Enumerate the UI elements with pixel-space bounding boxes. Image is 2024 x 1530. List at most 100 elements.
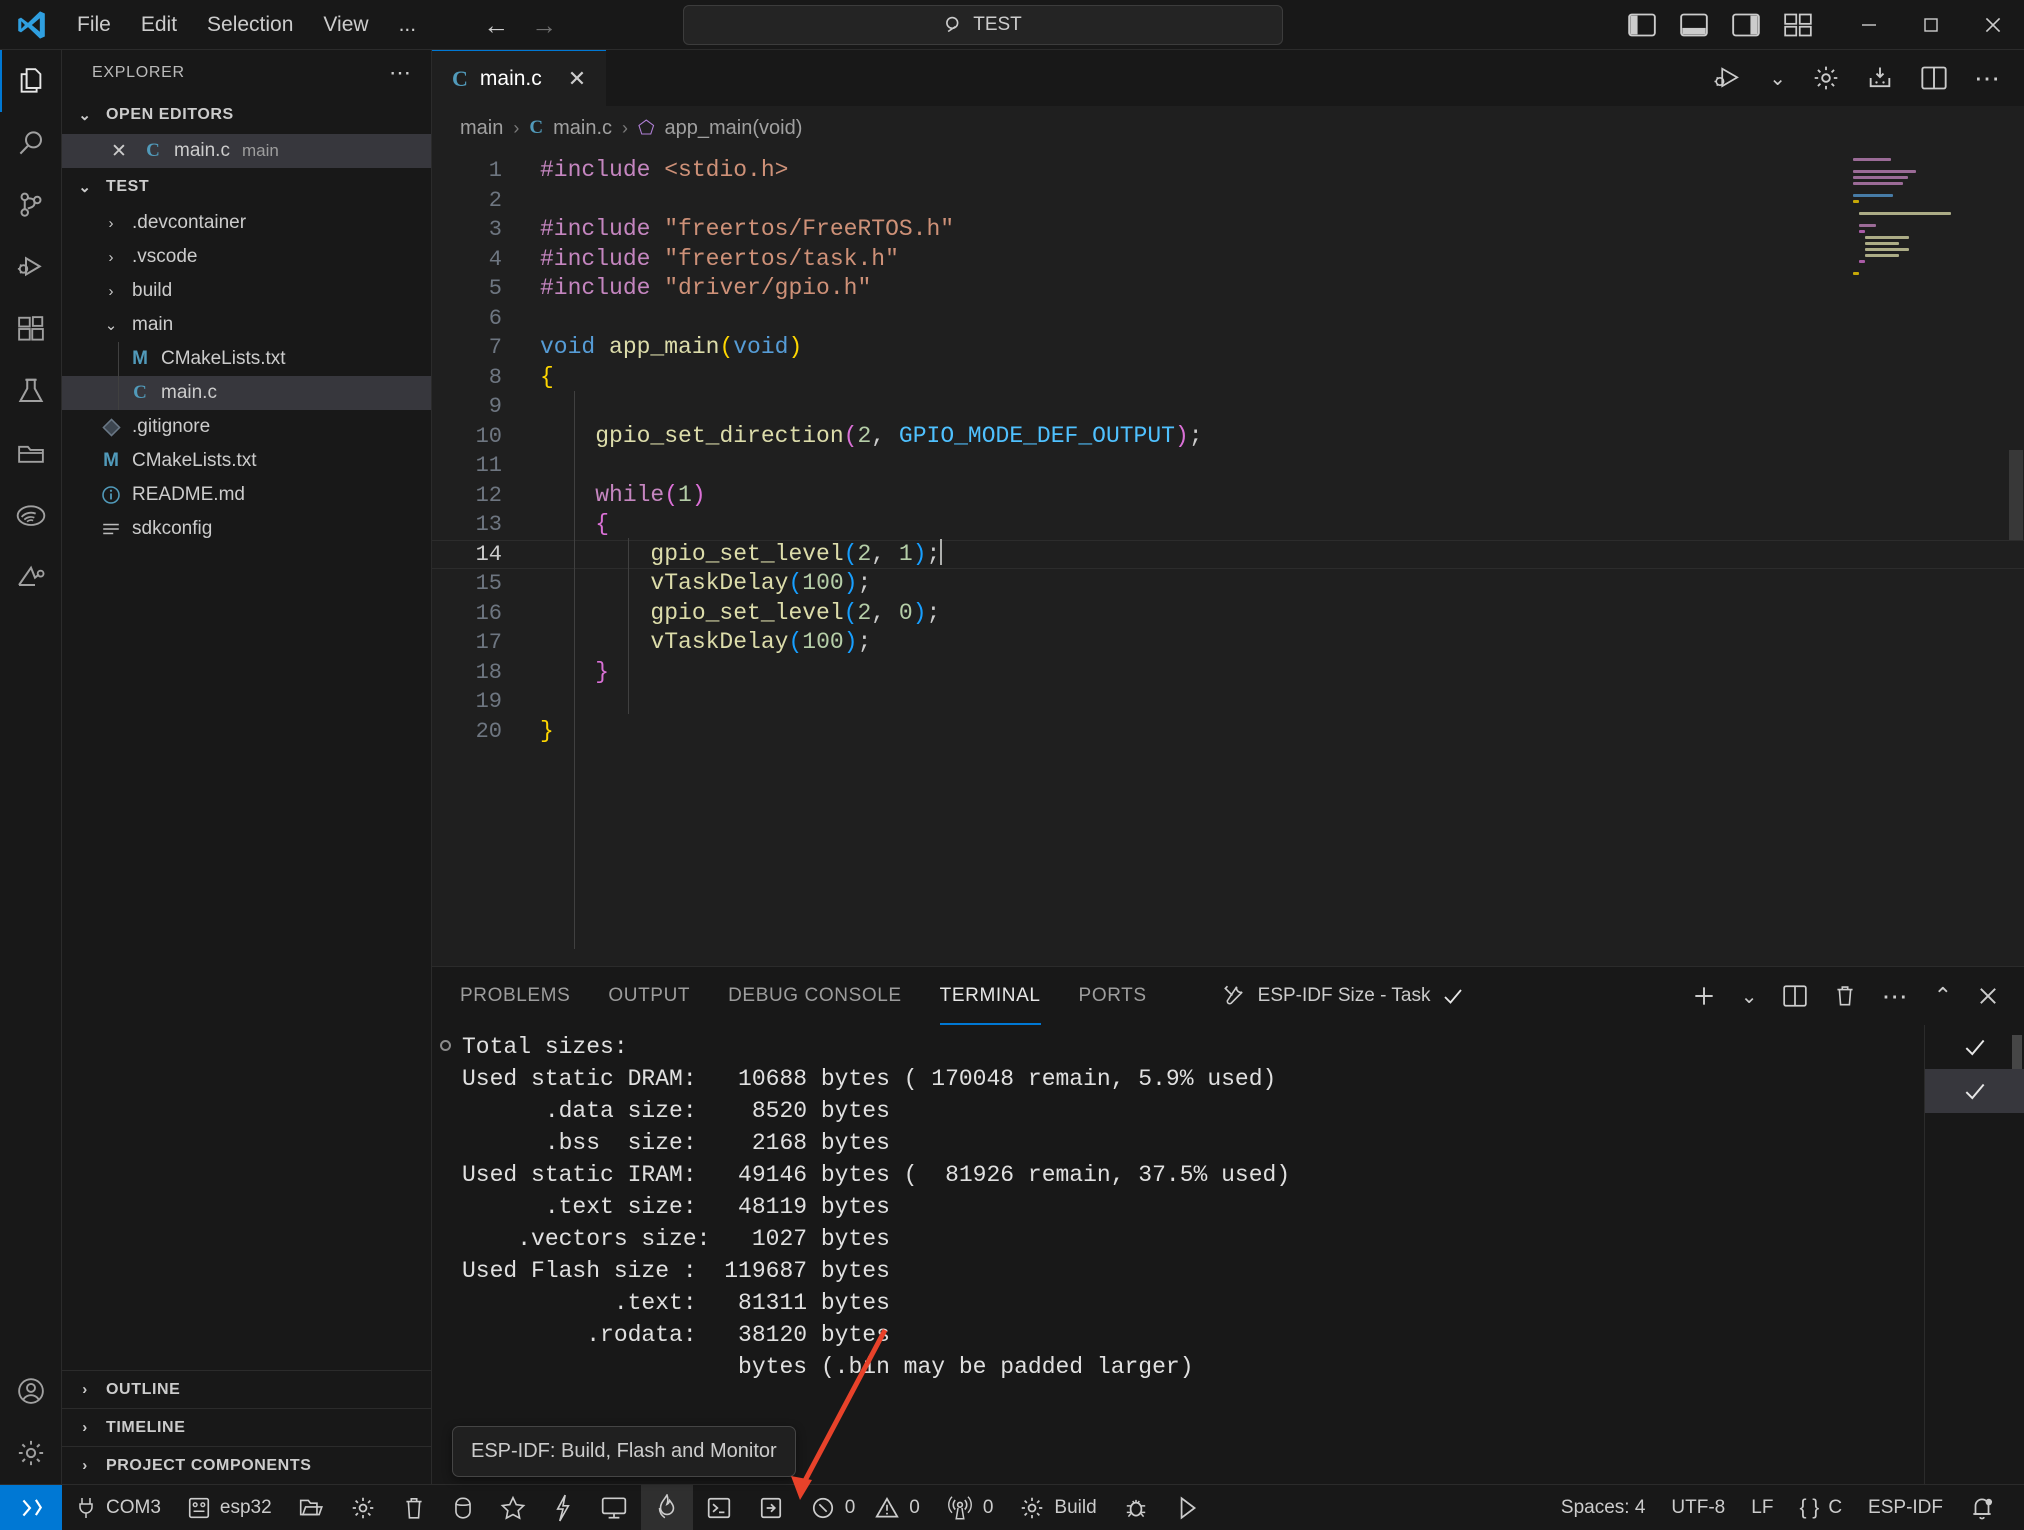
code-line[interactable]: 4 #include "freertos/task.h" [432,245,2024,275]
tree-item-vscode[interactable]: › .vscode [62,240,431,274]
activitybar-item-run-and-debug[interactable] [0,236,62,298]
status-monitor-device[interactable] [587,1485,641,1530]
ellipsis-icon[interactable]: ⋯ [389,60,413,86]
tree-item-gitignore[interactable]: .gitignore [62,410,431,444]
code-line[interactable]: 10 gpio_set_direction(2, GPIO_MODE_DEF_O… [432,422,2024,452]
tab-ports[interactable]: PORTS [1079,967,1147,1025]
line-text[interactable]: } [538,658,2024,688]
gear-icon[interactable] [1812,64,1840,92]
code-line[interactable]: 9 [432,392,2024,422]
status-language-mode[interactable]: { } C [1786,1485,1855,1530]
line-text[interactable]: #include "freertos/task.h" [538,245,2024,275]
close-icon[interactable]: ✕ [568,66,586,92]
status-flash-lightning[interactable] [539,1485,587,1530]
breadcrumb[interactable]: main › C main.c › ⬠ app_main(void) [432,106,2024,150]
tab-main-c[interactable]: C main.c ✕ [432,50,607,106]
customize-layout-icon[interactable] [1784,12,1812,38]
activitybar-item-explorer[interactable] [0,50,62,112]
chevron-up-icon[interactable]: ⌃ [1934,983,1952,1009]
tab-debug-console[interactable]: DEBUG CONSOLE [728,967,902,1025]
breadcrumb-folder[interactable]: main [460,117,503,140]
status-notifications[interactable] [1956,1485,2008,1530]
code-line[interactable]: 20} [432,717,2024,747]
terminal-task-selector[interactable]: ESP-IDF Size - Task [1221,983,1466,1009]
search-input[interactable]: TEST [683,4,1283,45]
tab-problems[interactable]: PROBLEMS [460,967,570,1025]
status-flash-device[interactable] [439,1485,487,1530]
activitybar-item-extensions[interactable] [0,298,62,360]
status-run-task[interactable] [1162,1485,1212,1530]
code-line[interactable]: 6 [432,304,2024,334]
terminal-output[interactable]: Total sizes: Used static DRAM: 10688 byte… [432,1025,1924,1484]
remote-window-icon[interactable] [0,1484,62,1530]
activitybar-item-source-control[interactable] [0,174,62,236]
kill-terminal-icon[interactable] [1832,983,1858,1009]
code-line[interactable]: 12 while(1) [432,481,2024,511]
tree-item-main-cmakelists[interactable]: M CMakeLists.txt [62,342,431,376]
code-content[interactable]: 1 #include <stdio.h> 2 3 #include "freertos/… [432,150,2024,746]
minimize-icon[interactable] [1838,0,1900,50]
status-problems-errors[interactable]: 0 0 [797,1485,933,1530]
line-text[interactable]: #include "freertos/FreeRTOS.h" [538,215,2024,245]
status-custom-task[interactable] [745,1485,797,1530]
status-radio-tower[interactable]: 0 [933,1485,1007,1530]
code-line[interactable]: 16 gpio_set_level(2, 0); [432,599,2024,629]
menu-view[interactable]: View [308,8,383,42]
terminal-command-status[interactable] [1925,1025,2024,1069]
status-encoding[interactable]: UTF-8 [1658,1485,1738,1530]
code-line[interactable]: 2 [432,186,2024,216]
activitybar-item-project-files[interactable] [0,422,62,484]
line-text[interactable]: vTaskDelay(100); [538,628,2024,658]
status-sdk-configuration[interactable] [337,1485,389,1530]
code-line[interactable]: 1 #include <stdio.h> [432,156,2024,186]
esp-flash-icon[interactable] [1866,64,1894,92]
tree-item-main-c[interactable]: C main.c [62,376,431,410]
editor-scrollbar[interactable] [2008,150,2024,966]
toggle-panel-icon[interactable] [1680,12,1708,38]
status-target-device[interactable]: esp32 [174,1485,285,1530]
line-text[interactable]: while(1) [538,481,2024,511]
status-build-task[interactable]: Build [1006,1485,1109,1530]
status-open-folder[interactable] [285,1485,337,1530]
maximize-icon[interactable] [1900,0,1962,50]
terminal-command-status[interactable] [1925,1069,2024,1113]
status-indentation[interactable]: Spaces: 4 [1548,1485,1659,1530]
activitybar-item-search[interactable] [0,112,62,174]
menu-bar[interactable]: File Edit Selection View ... [62,8,431,42]
line-text[interactable]: vTaskDelay(100); [538,569,2024,599]
status-build-flash-monitor[interactable] [640,1484,693,1530]
section-outline[interactable]: › OUTLINE [62,1370,431,1408]
tree-item-main-folder[interactable]: ⌄ main [62,308,431,342]
chevron-down-icon[interactable]: ⌄ [1769,66,1786,91]
status-debug-task[interactable] [1110,1485,1162,1530]
code-line[interactable]: 5 #include "driver/gpio.h" [432,274,2024,304]
code-line[interactable]: 18 } [432,658,2024,688]
code-line[interactable]: 8{ [432,363,2024,393]
code-line[interactable]: 13 { [432,510,2024,540]
code-line[interactable]: 15 vTaskDelay(100); [432,569,2024,599]
activitybar-item-settings[interactable] [0,1422,62,1484]
new-terminal-icon[interactable] [1691,983,1717,1009]
tree-item-readme[interactable]: README.md [62,478,431,512]
tab-terminal[interactable]: TERMINAL [939,967,1041,1025]
code-line[interactable]: 14 gpio_set_level(2, 1); [432,539,2024,569]
tree-item-build[interactable]: › build [62,274,431,308]
line-text[interactable]: } [538,717,2024,747]
open-editor-item-main-c[interactable]: ✕ C main.c main [62,134,431,168]
code-line[interactable]: 17 vTaskDelay(100); [432,628,2024,658]
breadcrumb-file[interactable]: main.c [553,117,612,140]
status-favorites[interactable] [487,1485,539,1530]
ellipsis-icon[interactable]: ⋯ [1974,63,2002,94]
section-timeline[interactable]: › TIMELINE [62,1408,431,1446]
status-open-terminal[interactable] [693,1485,745,1530]
toggle-secondary-sidebar-icon[interactable] [1732,12,1760,38]
line-text[interactable]: { [538,363,2024,393]
code-line[interactable]: 7 void app_main(void) [432,333,2024,363]
arrow-right-icon[interactable]: → [531,12,557,38]
menu-edit[interactable]: Edit [126,8,192,42]
tree-item-devcontainer[interactable]: › .devcontainer [62,206,431,240]
section-workspace[interactable]: ⌄ TEST [62,168,431,206]
close-icon[interactable] [1962,0,2024,50]
line-text[interactable]: void app_main(void) [538,333,2024,363]
activitybar-item-espressif[interactable] [0,484,62,546]
